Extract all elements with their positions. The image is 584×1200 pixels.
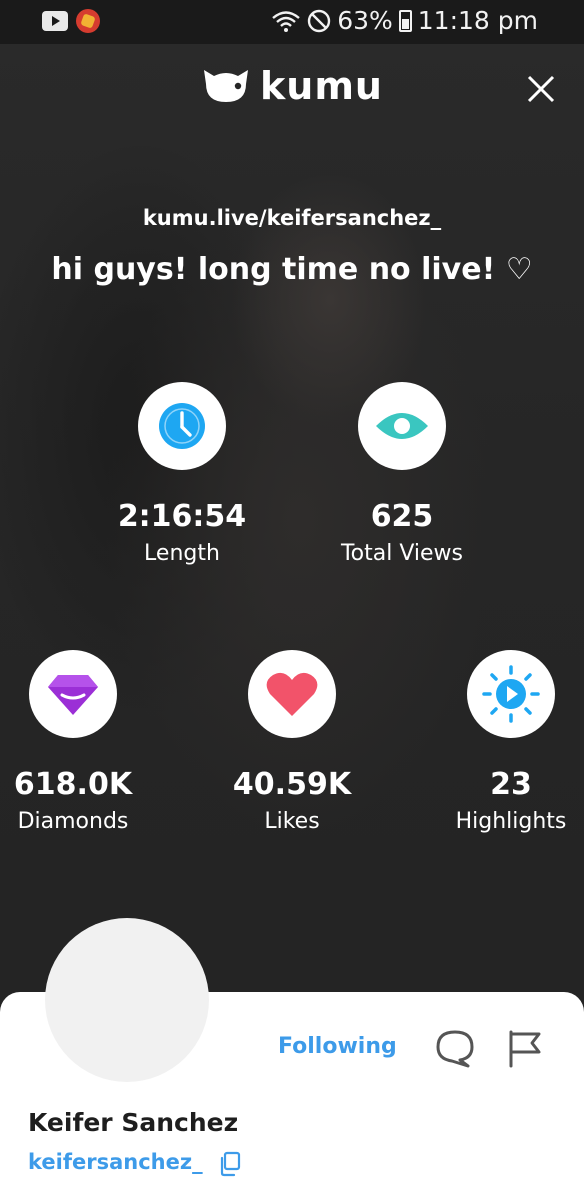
eye-icon: [376, 413, 428, 439]
youtube-icon: [42, 11, 68, 31]
stat-likes-badge: [248, 650, 336, 738]
avatar[interactable]: [45, 918, 209, 1082]
do-not-disturb-icon: [308, 9, 331, 32]
clock-time: 11:18 pm: [417, 6, 538, 35]
stat-length: 2:16:54 Length: [92, 382, 272, 568]
user-display-name: Keifer Sanchez: [28, 1108, 239, 1137]
kumu-mascot-icon: [204, 70, 248, 102]
status-bar-system: 63% 11:18 pm: [271, 6, 538, 35]
battery-icon: [398, 9, 412, 32]
stat-likes-label: Likes: [264, 809, 320, 834]
stat-length-value: 2:16:54: [117, 499, 247, 534]
stat-highlights-value: 23: [490, 767, 532, 802]
stat-likes: 40.59K Likes: [202, 650, 382, 836]
stat-likes-value: 40.59K: [232, 767, 352, 802]
battery-percent: 63%: [337, 6, 393, 35]
stat-diamonds: 618.0K Diamonds: [0, 650, 163, 836]
flag-icon[interactable]: [505, 1028, 543, 1068]
status-bar-notifications: [42, 9, 100, 33]
diamond-icon: [48, 675, 98, 715]
user-handle[interactable]: keifersanchez_: [28, 1150, 203, 1174]
chat-icon[interactable]: [434, 1028, 476, 1068]
copy-icon[interactable]: [218, 1151, 242, 1177]
logo-text: kumu: [260, 64, 383, 108]
kumu-logo: kumu: [200, 64, 383, 108]
stat-highlights-badge: [467, 650, 555, 738]
following-button[interactable]: Following: [278, 1034, 397, 1059]
clock-icon: [159, 403, 205, 449]
stat-total-views: 625 Total Views: [312, 382, 492, 568]
stream-title: hi guys! long time no live! ♡: [51, 252, 533, 287]
highlight-play-icon: [482, 665, 540, 723]
wifi-icon: [272, 10, 300, 32]
status-bar: 63% 11:18 pm: [0, 0, 584, 44]
stat-diamonds-badge: [29, 650, 117, 738]
stat-views-value: 625: [370, 499, 434, 534]
heart-icon: [266, 672, 318, 716]
close-icon[interactable]: [522, 70, 560, 108]
stat-diamonds-label: Diamonds: [17, 809, 129, 834]
stat-diamonds-value: 618.0K: [13, 767, 133, 802]
stream-summary-screen: 63% 11:18 pm kumu kumu.live/keifersanche…: [0, 0, 584, 1200]
stat-length-badge: [138, 382, 226, 470]
stat-views-badge: [358, 382, 446, 470]
stat-highlights: 23 Highlights: [421, 650, 584, 836]
stat-highlights-label: Highlights: [455, 809, 567, 834]
stat-length-label: Length: [144, 541, 220, 566]
app-notification-icon: [76, 9, 100, 33]
stat-views-label: Total Views: [340, 541, 464, 566]
stream-url[interactable]: kumu.live/keifersanchez_: [0, 206, 584, 230]
